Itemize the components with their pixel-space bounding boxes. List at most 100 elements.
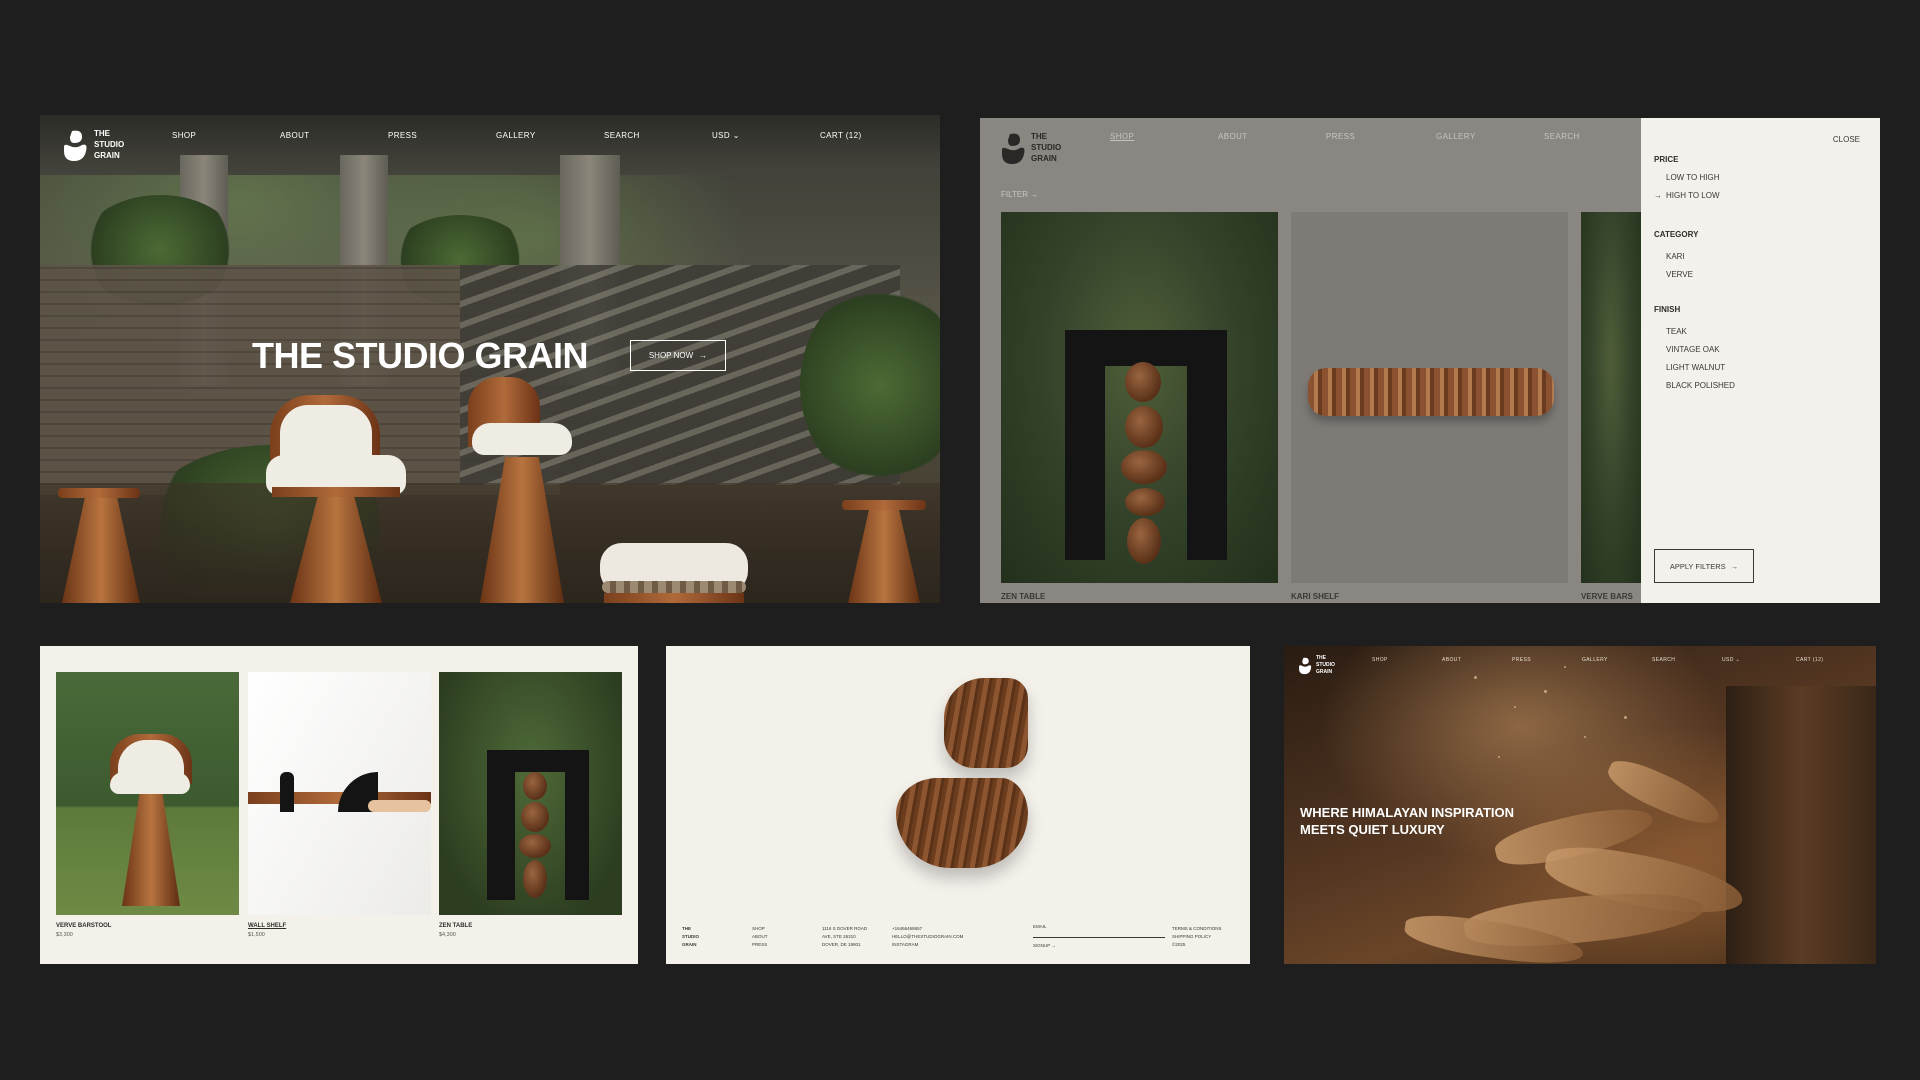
zen-stone bbox=[521, 802, 549, 832]
product-name[interactable]: ZEN TABLE bbox=[1001, 592, 1045, 601]
logo-line: STUDIO bbox=[1316, 662, 1335, 668]
finish-option-teak[interactable]: TEAK bbox=[1666, 327, 1687, 336]
workshop-panel: THE STUDIO GRAIN SHOP ABOUT PRESS GALLER… bbox=[1284, 646, 1876, 964]
nav-about[interactable]: ABOUT bbox=[280, 131, 310, 140]
logo-text[interactable]: THE STUDIO GRAIN bbox=[1031, 131, 1071, 164]
finish-heading: FINISH bbox=[1654, 305, 1681, 314]
footer-legal: TERMS & CONDITIONS SHIPPING POLICY ©2025 bbox=[1172, 925, 1222, 949]
product-card-kari-shelf[interactable] bbox=[1291, 212, 1568, 583]
category-option-verve[interactable]: VERVE bbox=[1666, 270, 1693, 279]
product-card-verve-bars[interactable] bbox=[1581, 212, 1641, 583]
nav-shop[interactable]: SHOP bbox=[172, 131, 196, 140]
logo-mark-icon[interactable] bbox=[1000, 132, 1026, 166]
close-button[interactable]: CLOSE bbox=[1833, 135, 1860, 144]
logo-mark-icon[interactable] bbox=[1298, 656, 1312, 676]
ottoman-band bbox=[602, 581, 746, 593]
stool-mid-cushion bbox=[472, 423, 572, 455]
nav-gallery[interactable]: GALLERY bbox=[1436, 132, 1476, 141]
logo-line: GRAIN bbox=[1031, 154, 1057, 163]
footer-brand-line: STUDIO bbox=[682, 934, 700, 939]
sawdust bbox=[1584, 736, 1586, 738]
logo-sculpture-top bbox=[944, 678, 1028, 768]
zen-stone bbox=[1125, 488, 1165, 516]
footer-brand-line: THE bbox=[682, 926, 691, 931]
sawdust bbox=[1624, 716, 1627, 719]
address-line: AVE, STE 26310 bbox=[822, 934, 856, 939]
footer-link-press[interactable]: PRESS bbox=[752, 941, 768, 949]
nav-search[interactable]: SEARCH bbox=[604, 131, 640, 140]
product-price: $4,300 bbox=[439, 932, 456, 938]
footer-link-about[interactable]: ABOUT bbox=[752, 933, 768, 941]
apply-filters-button[interactable]: APPLY FILTERS → bbox=[1654, 549, 1754, 583]
product-name[interactable]: WALL SHELF bbox=[248, 923, 286, 929]
workshop-headline: WHERE HIMALAYAN INSPIRATION MEETS QUIET … bbox=[1300, 805, 1515, 837]
product-card-zen-table[interactable] bbox=[1001, 212, 1278, 583]
nav-about[interactable]: ABOUT bbox=[1218, 132, 1248, 141]
nav-gallery[interactable]: GALLERY bbox=[496, 131, 536, 140]
footer-phone[interactable]: +16466468657 bbox=[892, 925, 963, 933]
email-input[interactable] bbox=[1033, 937, 1165, 938]
nav-search[interactable]: SEARCH bbox=[1652, 657, 1675, 663]
shipping-policy-link[interactable]: SHIPPING POLICY bbox=[1172, 933, 1222, 941]
signup-button[interactable]: SIGNUP → bbox=[1033, 942, 1056, 950]
shelf-bracket bbox=[280, 772, 294, 812]
product-image-zen-table[interactable] bbox=[439, 672, 622, 915]
logo-text[interactable]: THE STUDIO GRAIN bbox=[1316, 655, 1356, 676]
product-name[interactable]: KARI SHELF bbox=[1291, 592, 1339, 601]
terms-link[interactable]: TERMS & CONDITIONS bbox=[1172, 925, 1222, 933]
product-name[interactable]: VERVE BARS bbox=[1581, 592, 1633, 601]
footer-address: 1116 S DOVER ROAD AVE, STE 26310 DOVER, … bbox=[822, 925, 867, 949]
finish-option-vintage-oak[interactable]: VINTAGE OAK bbox=[1666, 345, 1720, 354]
logo-line: STUDIO bbox=[94, 140, 125, 149]
footer-panel: THE STUDIO GRAIN SHOP ABOUT PRESS 1116 S… bbox=[666, 646, 1250, 964]
nav-cart[interactable]: CART (12) bbox=[820, 131, 862, 140]
price-heading: PRICE bbox=[1654, 155, 1679, 164]
nav-about[interactable]: ABOUT bbox=[1442, 657, 1461, 663]
logo-text[interactable]: THE STUDIO GRAIN bbox=[94, 128, 134, 161]
nav-currency[interactable]: USD ⌄ bbox=[712, 131, 740, 140]
nav-press[interactable]: PRESS bbox=[388, 131, 417, 140]
filter-toggle[interactable]: FILTER → bbox=[1001, 190, 1038, 199]
finish-option-light-walnut[interactable]: LIGHT WALNUT bbox=[1666, 363, 1725, 372]
product-name[interactable]: VERVE BARSTOOL bbox=[56, 923, 111, 929]
selected-arrow-icon: → bbox=[1654, 191, 1662, 200]
arrow-right-icon: → bbox=[699, 351, 708, 360]
footer-brand-line: GRAIN bbox=[682, 942, 697, 947]
shop-panel: THE STUDIO GRAIN SHOP ABOUT PRESS GALLER… bbox=[980, 118, 1880, 603]
kari-shelf-image bbox=[1308, 368, 1554, 416]
product-image-wall-shelf[interactable] bbox=[248, 672, 431, 915]
nav-press[interactable]: PRESS bbox=[1512, 657, 1531, 663]
price-option-high-low[interactable]: HIGH TO LOW bbox=[1666, 191, 1720, 200]
footer-email-link[interactable]: HELLO@THESTUDIOGRAIN.COM bbox=[892, 933, 963, 941]
hand bbox=[368, 800, 431, 812]
address-line: 1116 S DOVER ROAD bbox=[822, 926, 868, 931]
footer-brand[interactable]: THE STUDIO GRAIN bbox=[682, 925, 699, 949]
product-image-verve-barstool[interactable] bbox=[56, 672, 239, 915]
nav-currency[interactable]: USD ⌄ bbox=[1722, 657, 1740, 663]
zen-stone bbox=[523, 860, 547, 898]
ottoman-base bbox=[604, 593, 744, 603]
zen-stone bbox=[523, 772, 547, 800]
zen-table-side bbox=[1187, 330, 1227, 560]
footer-link-shop[interactable]: SHOP bbox=[752, 925, 768, 933]
nav-shop[interactable]: SHOP bbox=[1110, 132, 1134, 141]
shop-now-button[interactable]: SHOP NOW → bbox=[630, 340, 726, 371]
footer-instagram-link[interactable]: INSTAGRAM bbox=[892, 941, 963, 949]
price-option-low-high[interactable]: LOW TO HIGH bbox=[1666, 173, 1720, 182]
barstool-seat bbox=[110, 772, 190, 794]
logo-line: THE bbox=[1031, 132, 1047, 141]
nav-shop[interactable]: SHOP bbox=[1372, 657, 1388, 663]
zen-table-panel bbox=[487, 750, 515, 900]
finish-option-black-polished[interactable]: BLACK POLISHED bbox=[1666, 381, 1735, 390]
logo-mark-icon[interactable] bbox=[62, 129, 88, 163]
nav-press[interactable]: PRESS bbox=[1326, 132, 1355, 141]
stool-left-top bbox=[58, 488, 140, 498]
product-name[interactable]: ZEN TABLE bbox=[439, 923, 472, 929]
nav-gallery[interactable]: GALLERY bbox=[1582, 657, 1608, 663]
category-option-kari[interactable]: KARI bbox=[1666, 252, 1685, 261]
hero-nav: THE STUDIO GRAIN SHOP ABOUT PRESS GALLER… bbox=[40, 115, 940, 175]
nav-search[interactable]: SEARCH bbox=[1544, 132, 1580, 141]
logo-line: THE bbox=[94, 129, 110, 138]
nav-cart[interactable]: CART (12) bbox=[1796, 657, 1823, 663]
barstool-seat-rim bbox=[272, 487, 400, 497]
